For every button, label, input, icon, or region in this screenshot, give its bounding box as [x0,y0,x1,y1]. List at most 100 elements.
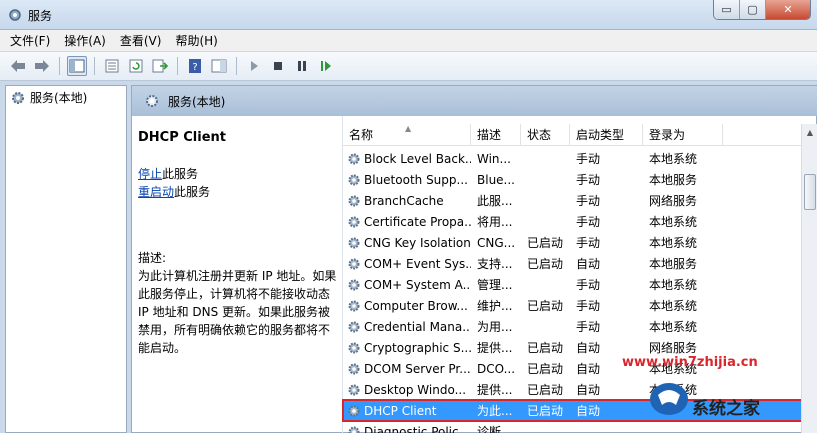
stop-service-button[interactable] [268,56,288,76]
cell-name: CNG Key Isolation [343,236,471,250]
pause-service-button[interactable] [292,56,312,76]
cell-desc: 提供... [477,341,513,355]
properties-list-button[interactable] [102,56,122,76]
menu-action[interactable]: 操作(A) [64,32,106,49]
cell-logon: 本地系统 [649,236,698,250]
export-list-button[interactable] [150,56,170,76]
cell-status: 已启动 [527,362,564,376]
column-desc-label: 描述 [477,128,502,142]
service-rows: Block Level Back... Win... 手动 本地系统 Bluetooth… [342,148,804,433]
cell-desc: 维护... [477,299,513,313]
tree-item-services-local[interactable]: 服务(本地) [10,89,87,106]
maximize-button[interactable]: ▢ [740,0,766,19]
gear-icon [348,405,360,416]
cell-startup: 手动 [576,215,601,229]
cell-name: DCOM Server Pr... [343,362,471,376]
cell-startup: 自动 [576,341,601,355]
table-row[interactable]: COM+ System A... 管理... 手动 本地系统 [343,274,803,295]
service-name: COM+ System A... [364,277,471,292]
cell-name: Cryptographic S... [343,341,471,355]
menu-help[interactable]: 帮助(H) [175,32,217,49]
service-name: BranchCache [364,193,444,208]
selected-service-name: DHCP Client [138,130,227,145]
cell-logon: 本地服务 [649,173,698,187]
table-row[interactable]: Bluetooth Supp... Blue... 手动 本地服务 [343,169,803,190]
table-row[interactable]: Credential Mana... 为用... 手动 本地系统 [343,316,803,337]
cell-desc: 此服... [477,194,513,208]
cell-status: 已启动 [527,341,564,355]
console-tree-icon [69,59,85,73]
toolbar-separator [236,57,237,75]
table-row[interactable]: Computer Brow... 维护... 已启动 手动 本地系统 [343,295,803,316]
gear-icon [348,174,360,185]
column-header-startup[interactable]: 启动类型 [570,124,643,146]
stop-service-link[interactable]: 停止 [138,167,162,181]
gear-icon [348,363,360,374]
column-header-logon[interactable]: 登录为 [643,124,723,146]
cell-desc: Blue... [477,172,515,187]
show-tree-button[interactable] [67,56,87,76]
cell-startup: 手动 [576,320,601,334]
gear-icon [348,258,360,269]
watermark-url: www.win7zhijia.cn [622,355,758,370]
watermark-brand: 系统之家 [692,399,760,419]
column-header-name[interactable]: ▲ 名称 [343,124,471,146]
vertical-scrollbar[interactable]: ▲ [801,124,817,433]
cell-name: COM+ System A... [343,278,471,292]
gear-icon [348,300,360,311]
service-name: Diagnostic Polic... [364,424,471,433]
gear-icon [348,195,360,206]
panel-icon [211,59,227,73]
start-service-button[interactable] [244,56,264,76]
sort-ascending-icon: ▲ [405,124,412,133]
service-name: DHCP Client [364,403,437,418]
cell-startup: 手动 [576,152,601,166]
cell-status: 已启动 [527,257,564,271]
cell-startup: 自动 [576,383,601,397]
minimize-button[interactable]: ▭ [714,0,740,19]
stop-icon [274,62,282,70]
service-name: Credential Mana... [364,319,471,334]
column-header-status[interactable]: 状态 [521,124,570,146]
cell-name: Desktop Windo... [343,383,471,397]
table-row[interactable]: Certificate Propa... 将用... 手动 本地系统 [343,211,803,232]
svg-text:?: ? [192,62,197,73]
cell-logon: 本地系统 [649,215,698,229]
cell-name: BranchCache [343,194,471,208]
pane-header: 服务(本地) [132,86,817,116]
cell-status: 已启动 [527,383,564,397]
scroll-up-icon[interactable]: ▲ [802,124,817,140]
gear-icon [348,426,360,433]
menu-view[interactable]: 查看(V) [120,32,162,49]
gear-icon [12,91,24,104]
help-button[interactable]: ? [185,56,205,76]
table-row[interactable]: Block Level Back... Win... 手动 本地系统 [343,148,803,169]
scroll-thumb[interactable] [804,174,816,210]
table-row[interactable]: COM+ Event Sys... 支持... 已启动 自动 本地服务 [343,253,803,274]
export-icon [152,59,168,73]
refresh-icon [129,59,143,73]
cell-name: COM+ Event Sys... [343,257,471,271]
cell-startup: 自动 [576,404,601,418]
refresh-button[interactable] [126,56,146,76]
cell-logon: 本地系统 [649,320,698,334]
toolbar-separator [177,57,178,75]
forward-button[interactable] [32,56,52,76]
restart-service-link[interactable]: 重启动 [138,185,174,199]
table-row[interactable]: BranchCache 此服... 手动 网络服务 [343,190,803,211]
column-header-desc[interactable]: 描述 [471,124,521,146]
action-pane-button[interactable] [209,56,229,76]
service-name: Bluetooth Supp... [364,172,468,187]
table-row[interactable]: Diagnostic Polic... 诊断... [343,421,803,433]
close-button[interactable]: ✕ [766,0,810,19]
close-icon: ✕ [783,3,793,16]
cell-startup: 手动 [576,194,601,208]
restart-service-button[interactable] [316,56,336,76]
back-button[interactable] [8,56,28,76]
cell-logon: 网络服务 [649,194,698,208]
menu-file[interactable]: 文件(F) [10,32,50,49]
cell-logon: 网络服务 [649,341,698,355]
gear-icon [348,153,360,164]
description-label: 描述: [138,251,167,265]
table-row[interactable]: CNG Key Isolation CNG... 已启动 手动 本地系统 [343,232,803,253]
